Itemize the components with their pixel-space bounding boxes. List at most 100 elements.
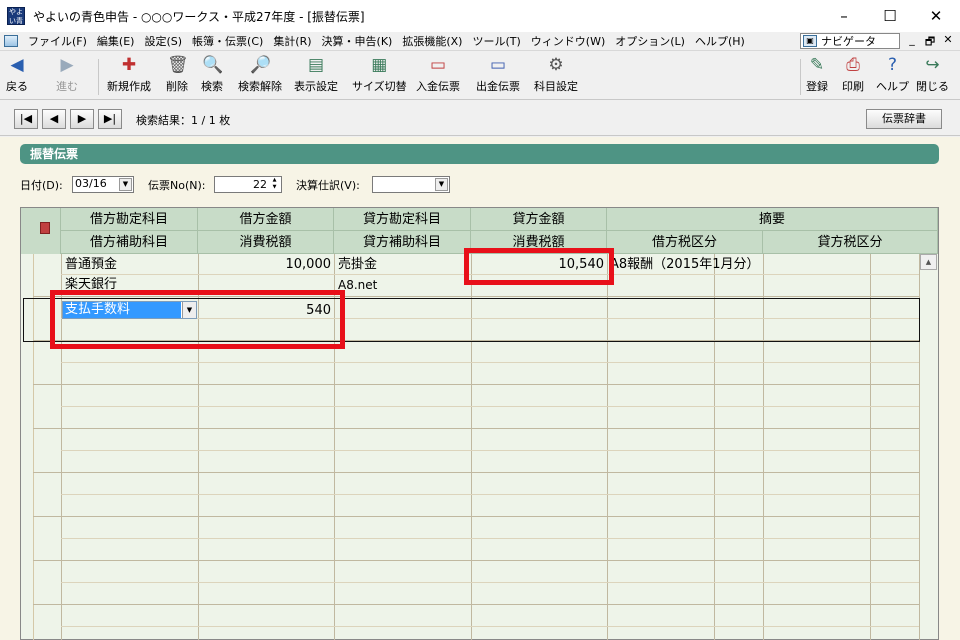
withdraw-slip-button[interactable]: ▭ 出金伝票 (476, 55, 520, 99)
next-record-button[interactable]: ▶ (70, 109, 94, 129)
app-icon: やよい青色 (7, 7, 25, 34)
first-record-button[interactable]: |◀ (14, 109, 38, 129)
withdraw-slip-icon: ▭ (489, 55, 507, 75)
date-value: 03/16 (75, 177, 107, 190)
menu-totals[interactable]: 集計(R) (273, 33, 311, 49)
back-button[interactable]: ◀ 戻る (6, 55, 28, 99)
deposit-slip-icon: ▭ (429, 55, 447, 75)
toolbar-separator (98, 59, 99, 95)
register-label: 登録 (806, 80, 828, 93)
settlement-select[interactable]: ▼ (372, 176, 450, 193)
grid-row-line (61, 450, 919, 451)
document-icon[interactable] (4, 35, 18, 47)
row1-memo[interactable]: A8報酬（2015年1月分） (610, 255, 760, 275)
journal-grid: 借方勘定科目 借方金額 貸方勘定科目 貸方金額 摘要 借方補助科目 消費税額 貸… (20, 207, 939, 640)
search-button[interactable]: 🔍 検索 (201, 55, 223, 99)
highlight-credit-amount (464, 248, 614, 285)
grid-row-line (33, 604, 919, 605)
title-bar: やよい青色 やよいの青色申告 - ○○○ワークス・平成27年度 - [振替伝票]… (0, 0, 960, 34)
new-button[interactable]: ✚ 新規作成 (107, 55, 151, 99)
printer-icon: ⎙ (846, 55, 860, 75)
menu-file[interactable]: ファイル(F) (28, 33, 87, 49)
register-button[interactable]: ✎ 登録 (806, 55, 828, 99)
row1-debit-account[interactable]: 普通預金 (65, 255, 117, 275)
size-toggle-label: サイズ切替 (352, 80, 407, 93)
clear-search-icon: 🔎 (250, 55, 272, 75)
account-settings-label: 科目設定 (534, 80, 578, 93)
menu-edit[interactable]: 編集(E) (97, 33, 135, 49)
toolbar: ◀ 戻る ▶ 進む ✚ 新規作成 🗑 削除 🔍 検索 🔎 検索解除 ▤ 表示設定… (0, 50, 960, 100)
withdraw-slip-label: 出金伝票 (476, 80, 520, 93)
header-debit-tax: 消費税額 (198, 231, 334, 254)
toolbar-separator (800, 59, 801, 95)
menu-tools[interactable]: ツール(T) (472, 33, 520, 49)
header-debit-tax-category: 借方税区分 (607, 231, 763, 254)
maximize-button[interactable]: ☐ (867, 0, 913, 32)
menu-help[interactable]: ヘルプ(H) (695, 33, 745, 49)
exit-icon: ↪ (925, 55, 940, 75)
print-button[interactable]: ⎙ 印刷 (842, 55, 864, 99)
menu-extensions[interactable]: 拡張機能(X) (402, 33, 462, 49)
chevron-down-icon[interactable]: ▼ (119, 178, 132, 191)
mdi-close-button[interactable]: ✕ (940, 33, 956, 46)
scroll-up-arrow[interactable]: ▲ (920, 254, 937, 270)
grid-row-line (33, 560, 919, 561)
navigator-icon: ▣ (803, 35, 817, 47)
display-settings-button[interactable]: ▤ 表示設定 (294, 55, 338, 99)
resize-icon: ▦ (371, 55, 388, 75)
voucher-dictionary-button[interactable]: 伝票辞書 (866, 109, 942, 129)
row1-debit-amount[interactable]: 10,000 (201, 255, 332, 275)
voucher-form: 振替伝票 日付(D): 03/16 ▼ 伝票No(N): 22 ▲ ▼ 決算仕訳(… (0, 137, 960, 640)
back-arrow-icon: ◀ (10, 55, 24, 75)
forward-button[interactable]: ▶ 進む (56, 55, 78, 99)
deposit-slip-button[interactable]: ▭ 入金伝票 (416, 55, 460, 99)
section-title: 振替伝票 (20, 144, 939, 164)
back-label: 戻る (6, 80, 28, 93)
settlement-value (373, 177, 375, 190)
menu-closing[interactable]: 決算・申告(K) (322, 33, 393, 49)
menu-window[interactable]: ウィンドウ(W) (531, 33, 605, 49)
header-corner (21, 208, 61, 254)
navigator-button[interactable]: ▣ ナビゲータ (800, 33, 900, 49)
spinner-icon[interactable]: ▲ ▼ (269, 177, 280, 192)
search-icon: 🔍 (202, 55, 224, 75)
chevron-down-icon[interactable]: ▼ (435, 178, 448, 191)
menu-settings[interactable]: 設定(S) (144, 33, 182, 49)
row1-credit-account[interactable]: 売掛金 (338, 255, 377, 275)
close-button[interactable]: ✕ (913, 0, 959, 32)
voucher-no-value: 22 (253, 178, 267, 191)
header-debit-account: 借方勘定科目 (61, 208, 198, 231)
trash-icon: 🗑 (167, 55, 189, 75)
help-label: ヘルプ (876, 80, 909, 93)
account-settings-icon: ⚙ (548, 55, 564, 75)
clear-search-button[interactable]: 🔎 検索解除 (238, 55, 282, 99)
grid-row-line (61, 362, 919, 363)
deposit-slip-label: 入金伝票 (416, 80, 460, 93)
header-debit-amount: 借方金額 (198, 208, 334, 231)
print-label: 印刷 (842, 80, 864, 93)
grid-row-line (61, 626, 919, 627)
mdi-minimize-button[interactable]: _ (904, 33, 920, 46)
delete-button[interactable]: 🗑 削除 (166, 55, 189, 99)
account-settings-button[interactable]: ⚙ 科目設定 (534, 55, 578, 99)
size-toggle-button[interactable]: ▦ サイズ切替 (352, 55, 407, 99)
date-field[interactable]: 03/16 ▼ (72, 176, 134, 193)
voucher-no-field[interactable]: 22 ▲ ▼ (214, 176, 282, 193)
help-icon: ? (887, 55, 898, 75)
last-record-button[interactable]: ▶| (98, 109, 122, 129)
help-button[interactable]: ? ヘルプ (876, 55, 909, 99)
prev-record-button[interactable]: ◀ (42, 109, 66, 129)
highlight-debit-fee (50, 290, 345, 349)
settlement-label: 決算仕訳(V): (296, 179, 360, 192)
header-credit-tax-category: 貸方税区分 (763, 231, 938, 254)
close-window-button[interactable]: ↪ 閉じる (916, 55, 949, 99)
grid-row-line (33, 428, 919, 429)
delete-label: 削除 (166, 80, 188, 93)
menu-options[interactable]: オプション(L) (615, 33, 685, 49)
grid-row-line (61, 582, 919, 583)
display-settings-icon: ▤ (307, 55, 325, 75)
minimize-button[interactable]: – (821, 0, 867, 32)
menu-books[interactable]: 帳簿・伝票(C) (192, 33, 263, 49)
grid-row-line (61, 494, 919, 495)
search-result-text: 検索結果：1 / 1 枚 (136, 114, 231, 127)
